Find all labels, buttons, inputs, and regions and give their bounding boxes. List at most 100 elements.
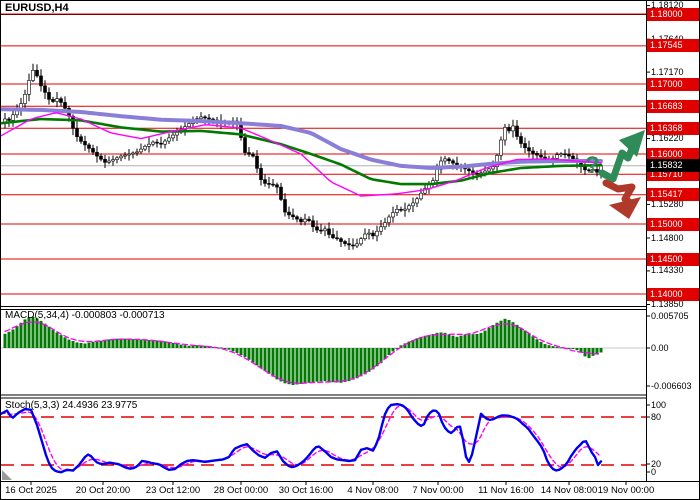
macd-histogram-bar — [472, 334, 475, 348]
macd-histogram-bar — [328, 348, 331, 382]
macd-histogram-bar — [60, 335, 63, 348]
price-tick-label: 1.14800 — [651, 233, 684, 244]
candle-body — [164, 141, 167, 144]
candle-body — [520, 137, 523, 144]
macd-histogram-bar — [320, 348, 323, 381]
macd-histogram-bar — [492, 325, 495, 348]
candle-body — [308, 219, 311, 221]
macd-histogram-bar — [348, 348, 351, 381]
macd-axis-label: -0.006603 — [651, 381, 692, 392]
candle-body — [268, 183, 271, 184]
candle-body — [288, 212, 291, 215]
time-axis-label[interactable]: 4 Nov 08:00 — [338, 485, 408, 496]
time-axis-label[interactable]: 30 Oct 16:00 — [271, 485, 341, 496]
candle-body — [504, 127, 507, 140]
macd-histogram-bar — [124, 339, 127, 348]
candle-body — [316, 227, 319, 230]
macd-histogram-bar — [180, 345, 183, 348]
macd-histogram-bar — [96, 341, 99, 348]
macd-histogram-bar — [456, 337, 459, 348]
time-axis-label[interactable]: 7 Nov 00:00 — [403, 485, 473, 496]
candle-body — [72, 116, 75, 128]
macd-histogram-bar — [448, 334, 451, 348]
macd-histogram-bar — [504, 319, 507, 348]
time-axis-label[interactable]: 20 Oct 20:00 — [68, 485, 138, 496]
candle-body — [348, 244, 351, 245]
macd-histogram-bar — [532, 336, 535, 348]
macd-histogram-bar — [48, 327, 51, 348]
macd-indicator-label: MACD(5,34,4) -0.000803 -0.000713 — [5, 310, 165, 321]
macd-axis-label: 0.005705 — [651, 311, 689, 322]
macd-histogram-bar — [480, 333, 483, 348]
macd-histogram-bar — [360, 348, 363, 376]
candle-body — [200, 117, 203, 119]
candle-body — [512, 126, 515, 131]
candle-body — [368, 233, 371, 234]
macd-histogram-bar — [240, 348, 243, 355]
current-price-box: 1.15832 — [647, 159, 700, 172]
macd-histogram-bar — [380, 348, 383, 363]
candle-body — [124, 155, 127, 156]
candle-body — [276, 185, 279, 187]
macd-histogram-bar — [272, 348, 275, 377]
panel-resize-handle-icon[interactable] — [2, 470, 12, 480]
macd-histogram-bar — [548, 345, 551, 348]
macd-histogram-bar — [464, 335, 467, 348]
candle-body — [152, 142, 155, 144]
candle-body — [64, 102, 67, 108]
macd-histogram-bar — [368, 348, 371, 372]
candle-body — [416, 199, 419, 203]
candle-body — [312, 221, 315, 227]
stoch-axis-label: 0 — [651, 467, 656, 478]
sr-price-box: 1.18000 — [647, 8, 700, 21]
price-tick-label: 1.17170 — [651, 67, 684, 78]
macd-histogram-bar — [452, 336, 455, 348]
time-axis-label[interactable]: 19 Nov 00:00 — [591, 485, 661, 496]
candle-body — [528, 148, 531, 151]
candle-body — [304, 219, 307, 222]
candle-body — [564, 154, 567, 155]
candle-body — [208, 118, 211, 119]
macd-histogram-bar — [248, 348, 251, 360]
time-axis-label[interactable]: 11 Nov 16:00 — [471, 485, 541, 496]
macd-histogram-bar — [252, 348, 255, 363]
candle-body — [524, 144, 527, 148]
macd-histogram-bar — [304, 348, 307, 383]
macd-histogram-bar — [84, 344, 87, 348]
candle-body — [568, 154, 571, 156]
candle-body — [248, 153, 251, 155]
candle-body — [340, 239, 343, 242]
candle-body — [260, 168, 263, 179]
macd-histogram-bar — [308, 348, 311, 383]
macd-histogram-bar — [332, 348, 335, 382]
chart-window: ? EURUSD,H4 MACD(5,34,4) -0.000803 -0.00… — [0, 0, 700, 500]
macd-histogram-bar — [116, 339, 119, 348]
candle-body — [92, 148, 95, 152]
macd-histogram-bar — [68, 340, 71, 348]
candle-body — [108, 161, 111, 162]
macd-histogram-bar — [44, 324, 47, 348]
question-mark-annotation[interactable]: ? — [585, 152, 600, 179]
time-axis-label[interactable]: 28 Oct 00:00 — [206, 485, 276, 496]
chart-canvas[interactable]: ? — [1, 1, 700, 500]
candle-body — [320, 230, 323, 231]
candle-body — [284, 200, 287, 213]
macd-histogram-bar — [184, 345, 187, 348]
price-tick-label: 1.14330 — [651, 265, 684, 276]
candle-body — [140, 149, 143, 152]
macd-histogram-bar — [128, 339, 131, 348]
time-axis-label[interactable]: 16 Oct 2025 — [0, 485, 66, 496]
macd-histogram-bar — [576, 348, 579, 350]
candle-body — [400, 209, 403, 210]
macd-histogram-bar — [516, 325, 519, 348]
macd-histogram-bar — [312, 348, 315, 382]
macd-histogram-bar — [120, 338, 123, 348]
time-axis-label[interactable]: 23 Oct 12:00 — [138, 485, 208, 496]
candle-body — [84, 141, 87, 145]
candle-body — [540, 155, 543, 157]
macd-histogram-bar — [556, 347, 559, 348]
stoch-axis-label: 100 — [651, 400, 666, 411]
macd-histogram-bar — [88, 343, 91, 348]
macd-histogram-bar — [284, 348, 287, 383]
candle-body — [104, 159, 107, 162]
